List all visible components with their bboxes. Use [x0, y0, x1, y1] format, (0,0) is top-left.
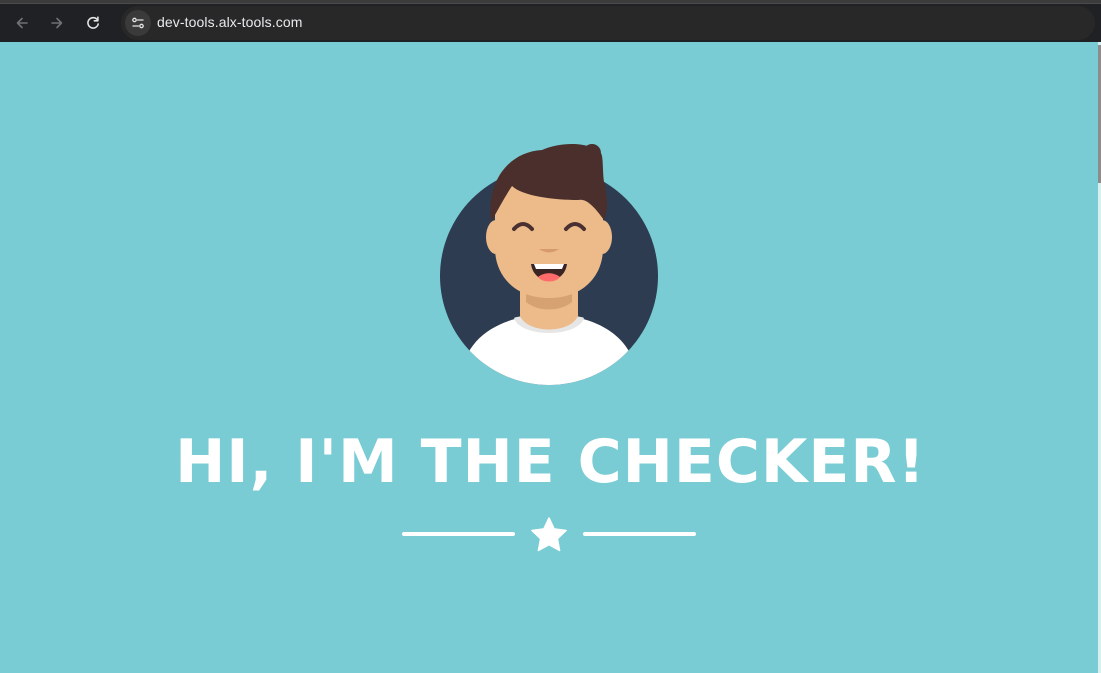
browser-toolbar: dev-tools.alx-tools.com	[0, 3, 1101, 42]
smiling-man-avatar-icon	[440, 144, 658, 385]
reload-button[interactable]	[80, 10, 106, 36]
arrow-right-icon	[51, 17, 63, 29]
browser-chrome: dev-tools.alx-tools.com	[0, 0, 1101, 42]
site-info-button[interactable]	[125, 10, 151, 36]
page-headline: HI, I'M THE CHECKER!	[175, 427, 926, 497]
tune-icon	[132, 17, 144, 29]
back-button[interactable]	[9, 10, 35, 36]
star-icon	[531, 517, 567, 552]
headline-divider	[402, 517, 696, 552]
arrow-left-icon	[16, 17, 28, 29]
address-bar[interactable]: dev-tools.alx-tools.com	[121, 6, 1095, 40]
url-text[interactable]: dev-tools.alx-tools.com	[157, 14, 302, 30]
forward-button[interactable]	[44, 10, 70, 36]
reload-icon	[87, 16, 99, 29]
